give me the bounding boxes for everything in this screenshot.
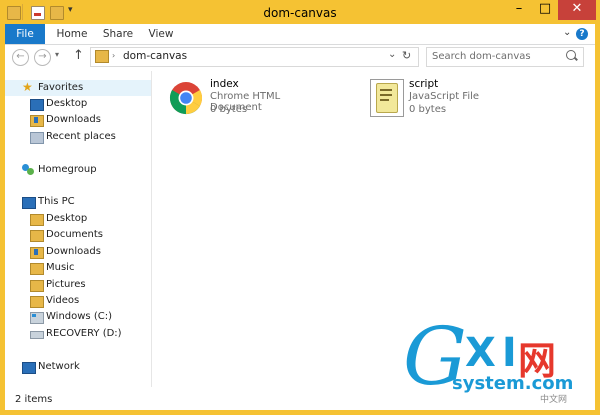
recent-places-icon — [30, 132, 44, 144]
tab-home[interactable]: Home — [52, 24, 92, 44]
network-icon — [22, 362, 36, 374]
homegroup-icon — [22, 164, 34, 175]
chrome-icon — [169, 82, 203, 115]
sidebar-item-favorites[interactable]: ★ Favorites — [5, 80, 151, 96]
pane-divider[interactable] — [151, 71, 152, 387]
computer-icon — [22, 197, 36, 209]
title-bar[interactable]: ▾ dom-canvas – □ ✕ — [0, 0, 600, 24]
search-icon[interactable] — [566, 50, 578, 61]
up-button[interactable]: ↑ — [73, 48, 84, 63]
desktop-icon — [30, 99, 44, 111]
documents-icon — [30, 230, 44, 242]
pictures-icon — [30, 280, 44, 292]
ribbon-expand-icon[interactable]: ⌄ — [563, 27, 571, 38]
maximize-button[interactable]: □ — [533, 0, 557, 20]
sidebar-item-label: Pictures — [46, 279, 86, 290]
address-bar[interactable]: › dom-canvas ⌄ ↻ — [90, 47, 419, 67]
sidebar-item-label: This PC — [38, 196, 75, 207]
file-name: index — [210, 78, 239, 90]
sidebar-item-label: Homegroup — [38, 164, 97, 175]
desktop-folder-icon — [30, 214, 44, 226]
sidebar-item-label: Desktop — [46, 213, 88, 224]
folder-icon — [95, 50, 109, 63]
file-size: 0 bytes — [409, 104, 447, 115]
tab-share[interactable]: Share — [98, 24, 138, 44]
sidebar-item-label: Windows (C:) — [46, 311, 112, 322]
star-icon: ★ — [22, 80, 33, 94]
address-dropdown-icon[interactable]: ⌄ — [388, 49, 396, 60]
watermark-caption: 中文网 — [540, 395, 568, 405]
sidebar-item-label: Network — [38, 361, 80, 372]
file-name: script — [409, 78, 439, 90]
drive-icon — [30, 331, 44, 339]
file-size: 0 bytes — [210, 104, 248, 115]
sidebar-item-label: Downloads — [46, 246, 101, 257]
item-count: 2 items — [15, 394, 53, 405]
tab-view[interactable]: View — [142, 24, 180, 44]
sidebar-item-label: Documents — [46, 229, 104, 240]
sidebar-item-label: Favorites — [38, 82, 84, 93]
music-icon — [30, 263, 44, 275]
help-icon[interactable]: ? — [576, 28, 588, 40]
sidebar-item-label: RECOVERY (D:) — [46, 328, 122, 339]
sidebar-item-label: Downloads — [46, 114, 101, 125]
minimize-button[interactable]: – — [506, 0, 532, 20]
ribbon — [5, 24, 595, 45]
script-icon — [370, 79, 404, 117]
drive-icon — [30, 312, 44, 324]
refresh-icon[interactable]: ↻ — [402, 49, 411, 62]
watermark-logo-xi: XI — [465, 330, 523, 376]
file-type: JavaScript File — [409, 91, 480, 102]
close-button[interactable]: ✕ — [558, 0, 596, 20]
videos-icon — [30, 296, 44, 308]
tab-file[interactable]: File — [5, 24, 45, 44]
sidebar-item-label: Music — [46, 262, 75, 273]
file-item-script[interactable]: script JavaScript File 0 bytes — [368, 78, 528, 118]
search-placeholder: Search dom-canvas — [432, 51, 531, 62]
watermark-domain: system.com — [452, 373, 574, 394]
address-path[interactable]: dom-canvas — [123, 50, 187, 62]
downloads-icon — [30, 247, 44, 259]
file-item-index[interactable]: index Chrome HTML Document 0 bytes — [168, 78, 328, 118]
sidebar-item-label: Videos — [46, 295, 80, 306]
recent-locations-icon[interactable]: ▾ — [55, 50, 59, 59]
back-button[interactable]: ← — [12, 49, 29, 66]
chevron-right-icon[interactable]: › — [112, 51, 115, 60]
forward-button[interactable]: → — [34, 49, 51, 66]
sidebar-item-label: Desktop — [46, 98, 88, 109]
downloads-icon — [30, 115, 44, 127]
sidebar-item-label: Recent places — [46, 131, 116, 142]
